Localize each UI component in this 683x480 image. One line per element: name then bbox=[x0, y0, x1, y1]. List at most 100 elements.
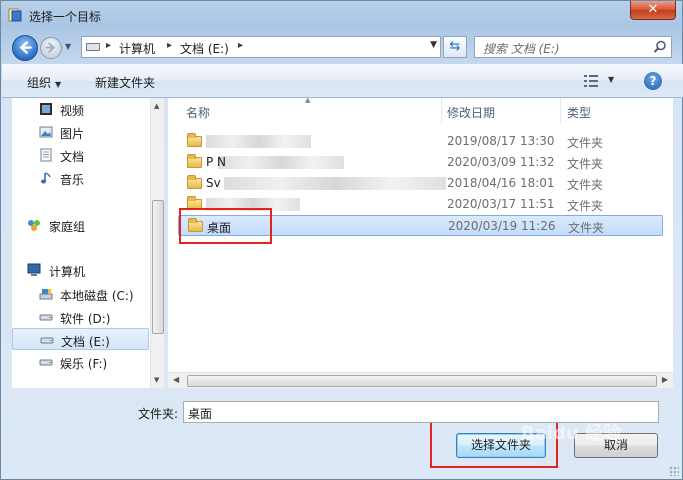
address-bar[interactable]: ▸ 计算机 ▸ 文档 (E:) ▸ ▼ bbox=[81, 36, 441, 58]
watermark: Baidu 经验 bbox=[521, 423, 622, 444]
file-type: 文件夹 bbox=[567, 157, 604, 171]
nav-item-computer[interactable]: 计算机 bbox=[12, 259, 149, 281]
nav-item-label: 娱乐 (F:) bbox=[60, 357, 108, 371]
drive-icon bbox=[39, 359, 53, 366]
title-bar[interactable]: 选择一个目标 ✕ bbox=[1, 1, 682, 29]
navigation-pane: 视频 图片 文档 音乐 家庭组 计算机 本地磁盘 (C:) 软件 (D:) 文档… bbox=[12, 98, 164, 388]
file-type: 文件夹 bbox=[567, 178, 604, 192]
file-row[interactable]: Sv 2018/04/16 18:01 文件夹 bbox=[178, 173, 663, 194]
close-icon: ✕ bbox=[647, 2, 659, 17]
folder-icon bbox=[187, 175, 202, 189]
file-modified: 2020/03/17 11:51 bbox=[447, 197, 555, 211]
refresh-icon: ⇆ bbox=[449, 39, 461, 54]
close-button[interactable]: ✕ bbox=[630, 1, 676, 20]
nav-item-label: 文档 (E:) bbox=[61, 335, 110, 349]
scrollbar-thumb[interactable] bbox=[152, 200, 164, 334]
breadcrumb-separator-icon[interactable]: ▸ bbox=[106, 40, 111, 51]
drive-icon bbox=[40, 337, 54, 344]
nav-item-homegroup[interactable]: 家庭组 bbox=[12, 214, 149, 236]
search-icon[interactable] bbox=[653, 40, 667, 54]
computer-icon bbox=[27, 263, 41, 276]
breadcrumb-separator-icon[interactable]: ▸ bbox=[238, 40, 243, 51]
picture-icon bbox=[39, 126, 53, 138]
folder-icon bbox=[187, 154, 202, 168]
help-icon[interactable]: ? bbox=[644, 72, 662, 90]
blurred-file-name bbox=[218, 156, 344, 169]
history-dropdown[interactable]: ▼ bbox=[65, 42, 77, 54]
search-box[interactable]: 搜索 文档 (E:) bbox=[474, 36, 672, 58]
arrow-right-icon bbox=[45, 42, 56, 53]
drive-icon bbox=[39, 314, 53, 321]
music-icon bbox=[41, 172, 51, 184]
folder-label: 文件夹: bbox=[138, 407, 179, 421]
column-header-name[interactable]: 名称 bbox=[186, 98, 210, 124]
drive-icon bbox=[39, 289, 53, 300]
scroll-down-icon[interactable]: ▼ bbox=[154, 376, 159, 384]
blurred-file-name bbox=[224, 177, 446, 190]
file-row[interactable]: 2019/08/17 13:30 文件夹 bbox=[178, 131, 663, 152]
breadcrumb-separator-icon[interactable]: ▸ bbox=[167, 40, 172, 51]
file-name: Sv bbox=[206, 176, 221, 190]
nav-item-label: 本地磁盘 (C:) bbox=[60, 289, 134, 303]
chevron-down-icon: ▼ bbox=[55, 80, 62, 89]
refresh-button[interactable]: ⇆ bbox=[443, 36, 467, 58]
nav-item-pictures[interactable]: 图片 bbox=[12, 121, 149, 143]
file-name: P N bbox=[206, 155, 227, 169]
computer-location-icon bbox=[86, 43, 100, 51]
column-header-type[interactable]: 类型 bbox=[567, 98, 591, 124]
nav-item-label: 家庭组 bbox=[49, 220, 86, 234]
scrollbar-thumb[interactable] bbox=[187, 375, 657, 387]
nav-item-drive-c[interactable]: 本地磁盘 (C:) bbox=[12, 283, 149, 305]
column-header-modified[interactable]: 修改日期 bbox=[447, 98, 495, 124]
column-divider[interactable] bbox=[560, 98, 561, 124]
column-divider[interactable] bbox=[441, 98, 442, 124]
resize-grip[interactable] bbox=[669, 466, 679, 476]
nav-item-drive-e[interactable]: 文档 (E:) bbox=[12, 328, 149, 350]
file-modified: 2020/03/09 11:32 bbox=[447, 155, 555, 169]
file-row[interactable]: P N 2020/03/09 11:32 文件夹 bbox=[178, 152, 663, 173]
arrow-left-icon bbox=[19, 41, 32, 54]
file-type: 文件夹 bbox=[567, 136, 604, 150]
organize-button[interactable]: 组织 ▼ bbox=[27, 74, 61, 91]
nav-item-label: 文档 bbox=[60, 150, 85, 164]
file-modified: 2018/04/16 18:01 bbox=[447, 176, 555, 190]
view-dropdown-icon[interactable]: ▼ bbox=[608, 75, 614, 84]
nav-item-drive-f[interactable]: 娱乐 (F:) bbox=[12, 351, 149, 373]
view-options-icon[interactable] bbox=[584, 75, 598, 87]
nav-item-drive-d[interactable]: 软件 (D:) bbox=[12, 306, 149, 328]
video-icon bbox=[40, 103, 52, 115]
breadcrumb-computer[interactable]: 计算机 bbox=[119, 40, 155, 57]
horizontal-scrollbar[interactable]: ◀ ▶ bbox=[168, 372, 673, 388]
scroll-right-icon[interactable]: ▶ bbox=[662, 375, 668, 384]
nav-item-documents[interactable]: 文档 bbox=[12, 144, 149, 166]
nav-item-label: 图片 bbox=[60, 127, 85, 141]
nav-item-label: 视频 bbox=[60, 104, 85, 118]
folder-icon bbox=[187, 133, 202, 147]
back-button[interactable] bbox=[12, 35, 38, 61]
command-toolbar: 组织 ▼ 新建文件夹 ▼ ? bbox=[2, 64, 683, 98]
file-modified: 2020/03/19 11:26 bbox=[448, 219, 556, 233]
new-folder-button[interactable]: 新建文件夹 bbox=[95, 74, 155, 91]
scroll-left-icon[interactable]: ◀ bbox=[173, 375, 179, 384]
nav-item-label: 软件 (D:) bbox=[60, 312, 111, 326]
file-modified: 2019/08/17 13:30 bbox=[447, 134, 555, 148]
forward-button[interactable] bbox=[40, 37, 62, 59]
nav-item-label: 音乐 bbox=[60, 173, 85, 187]
nav-vertical-scrollbar[interactable]: ▲ ▼ bbox=[150, 98, 164, 388]
dialog-window: 选择一个目标 ✕ ▼ ▸ 计算机 ▸ 文档 (E:) ▸ ▼ ⇆ 搜索 文档 (… bbox=[0, 0, 683, 480]
scroll-up-icon[interactable]: ▲ bbox=[154, 102, 159, 110]
file-type: 文件夹 bbox=[567, 199, 604, 213]
window-title: 选择一个目标 bbox=[29, 10, 102, 24]
address-dropdown-icon[interactable]: ▼ bbox=[430, 40, 437, 50]
annotation-highlight bbox=[179, 208, 272, 244]
nav-item-music[interactable]: 音乐 bbox=[12, 167, 149, 189]
search-placeholder: 搜索 文档 (E:) bbox=[483, 42, 560, 56]
blurred-file-name bbox=[206, 135, 311, 148]
organize-label: 组织 bbox=[27, 76, 52, 90]
nav-item-label: 计算机 bbox=[49, 265, 86, 279]
app-icon bbox=[8, 8, 22, 22]
breadcrumb-drive-e[interactable]: 文档 (E:) bbox=[180, 40, 229, 57]
document-icon bbox=[40, 148, 52, 162]
nav-item-videos[interactable]: 视频 bbox=[12, 98, 149, 120]
sort-ascending-icon: ▲ bbox=[305, 96, 311, 104]
